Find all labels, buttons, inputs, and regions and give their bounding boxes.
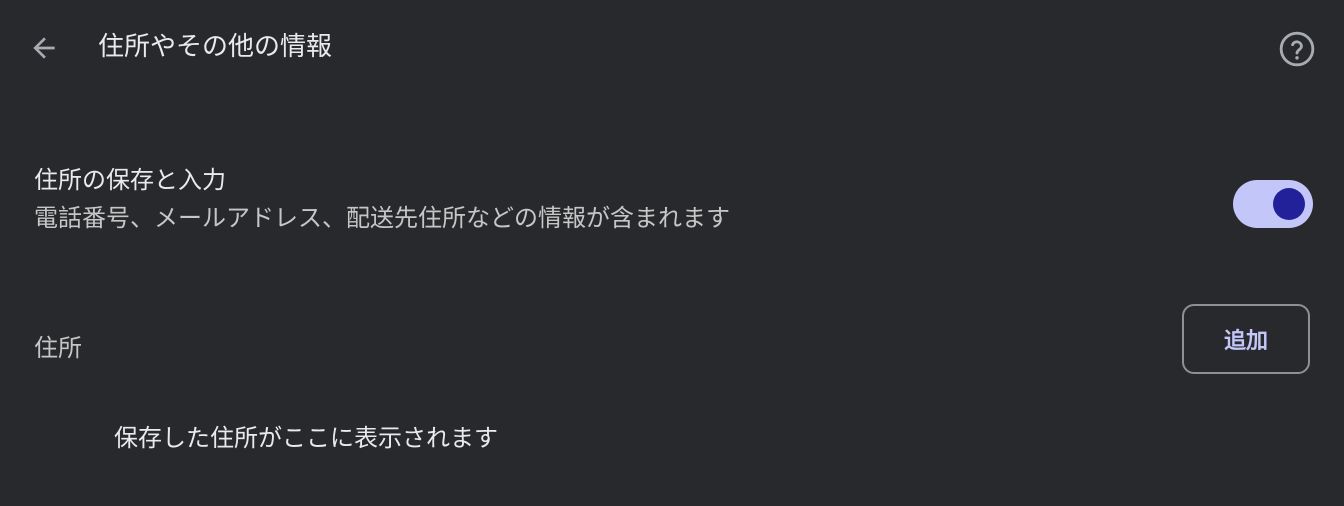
save-and-fill-addresses-row: 住所の保存と入力 電話番号、メールアドレス、配送先住所などの情報が含まれます (0, 150, 1344, 260)
help-circle-icon (1279, 31, 1315, 67)
help-button[interactable] (1276, 28, 1318, 70)
toggle-title: 住所の保存と入力 (34, 166, 226, 194)
add-address-button[interactable]: 追加 (1182, 304, 1310, 374)
page-title: 住所やその他の情報 (98, 32, 333, 62)
empty-address-message: 保存した住所がここに表示されます (114, 424, 498, 452)
toggle-description: 電話番号、メールアドレス、配送先住所などの情報が含まれます (34, 204, 730, 232)
address-section: 住所 追加 (0, 296, 1344, 396)
back-button[interactable] (24, 28, 64, 68)
settings-page: 住所やその他の情報 住所の保存と入力 電話番号、メールアドレス、配送先住所などの… (0, 0, 1344, 506)
arrow-left-icon (33, 37, 55, 59)
save-and-fill-addresses-toggle[interactable] (1233, 180, 1313, 228)
toggle-knob (1273, 188, 1305, 220)
page-header: 住所やその他の情報 (0, 0, 1344, 96)
address-section-label: 住所 (34, 334, 82, 362)
